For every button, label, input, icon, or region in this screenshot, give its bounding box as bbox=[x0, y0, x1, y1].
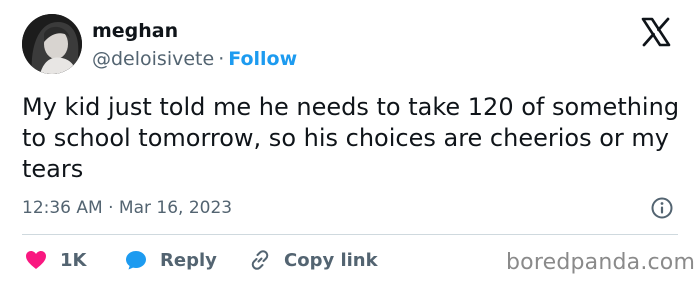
author-name[interactable]: meghan bbox=[92, 20, 178, 42]
author-handle-row: @deloisivete · Follow bbox=[92, 48, 297, 70]
heart-icon bbox=[26, 251, 46, 269]
watermark: boredpanda.com bbox=[506, 250, 696, 275]
avatar-photo bbox=[22, 14, 82, 74]
link-icon bbox=[251, 250, 269, 270]
like-count: 1K bbox=[60, 249, 87, 271]
avatar[interactable] bbox=[22, 14, 82, 74]
tweet-text: My kid just told me he needs to take 120… bbox=[22, 93, 680, 183]
reply-button[interactable]: Reply bbox=[124, 246, 217, 274]
info-icon[interactable] bbox=[650, 196, 674, 220]
speech-bubble-icon bbox=[126, 251, 146, 270]
reply-label: Reply bbox=[160, 249, 217, 271]
handle-separator: · bbox=[218, 48, 225, 70]
author-handle[interactable]: @deloisivete bbox=[92, 48, 214, 70]
tweet-timestamp[interactable]: 12:36 AM · Mar 16, 2023 bbox=[22, 198, 232, 218]
copy-link-label: Copy link bbox=[284, 249, 378, 271]
like-button[interactable]: 1K bbox=[24, 246, 86, 274]
divider bbox=[22, 234, 678, 235]
x-logo-icon[interactable] bbox=[640, 16, 672, 48]
follow-button[interactable]: Follow bbox=[228, 48, 297, 70]
copy-link-button[interactable]: Copy link bbox=[248, 246, 378, 274]
